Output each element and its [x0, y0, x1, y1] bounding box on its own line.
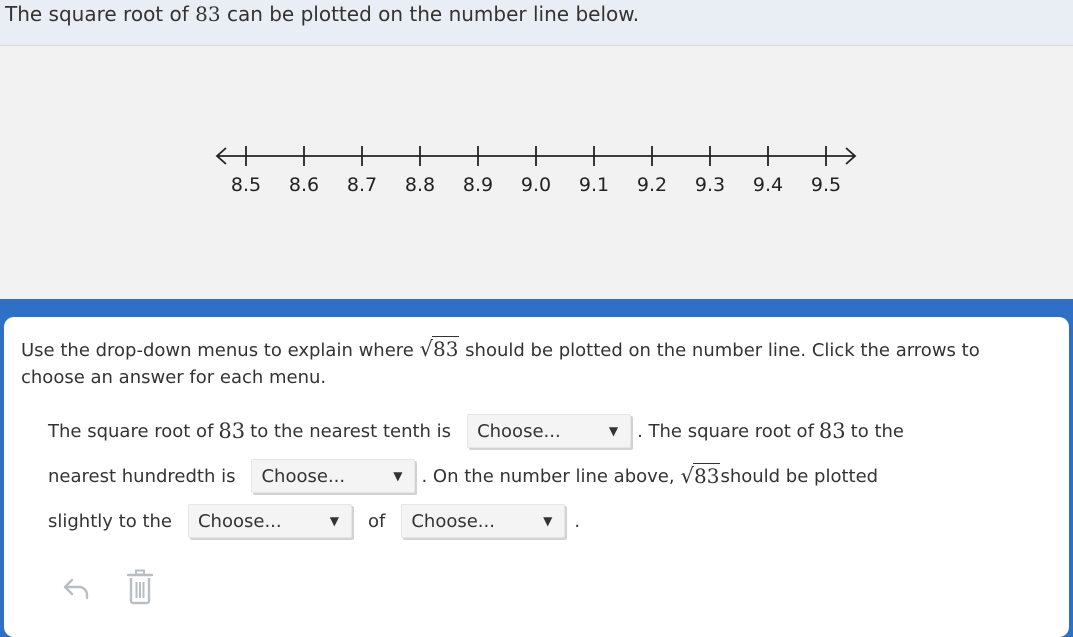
tick-label: 9.4 [753, 174, 783, 196]
radicand: 83 [692, 463, 721, 488]
question-text: of [367, 510, 386, 532]
radical-symbol: √ [419, 337, 433, 361]
tick-label: 9.3 [695, 174, 725, 196]
tick-label: 8.9 [463, 174, 493, 196]
question-line-3: slightly to the Choose... ▼ of Choose... ▼… [48, 502, 580, 540]
undo-icon [63, 578, 89, 600]
dropdown-value: Choose... [197, 510, 282, 532]
nearest-hundredth-dropdown[interactable]: Choose... ▼ [251, 459, 416, 493]
dropdown-value: Choose... [411, 510, 495, 532]
question-text: slightly to the [48, 510, 172, 532]
caret-down-icon: ▼ [543, 514, 553, 528]
instructions-text: Use the drop-down menus to explain where [21, 340, 420, 361]
question-text: to the [850, 420, 904, 442]
radical-symbol: √ [680, 464, 694, 488]
tick-label: 9.1 [579, 174, 609, 196]
question-number: 83 [818, 419, 846, 443]
tick-label: 8.8 [405, 174, 435, 196]
nearest-tenth-dropdown[interactable]: Choose... ▼ [467, 414, 632, 448]
tick-label: 9.2 [637, 174, 667, 196]
question-line-2: nearest hundredth is Choose... ▼ . On the… [48, 457, 878, 495]
sqrt-expression: √83 [420, 336, 460, 364]
sqrt-expression: √83 [680, 463, 721, 488]
tick-label: 8.7 [347, 174, 377, 196]
tick-label: 9.0 [521, 174, 551, 196]
direction-dropdown[interactable]: Choose... ▼ [187, 504, 352, 538]
answer-panel: Use the drop-down menus to explain where… [4, 317, 1069, 637]
question-text: . On the number line above, [421, 465, 675, 487]
question-header: The square root of 83 can be plotted on … [0, 0, 1073, 46]
prompt-text: The square root of [5, 2, 196, 26]
tick-label: 8.5 [231, 174, 261, 196]
question-line-1: The square root of 83 to the nearest ten… [48, 412, 904, 450]
question-prompt: The square root of 83 can be plotted on … [5, 1, 639, 27]
prompt-number: 83 [195, 2, 221, 26]
dropdown-value: Choose... [477, 420, 561, 442]
prompt-text-end: can be plotted on the number line below. [220, 2, 640, 26]
graph-area: 8.5 8.6 8.7 8.8 8.9 9.0 9.1 9.2 9.3 9.4 9.5 [0, 46, 1073, 299]
tick-label: 9.5 [811, 174, 841, 196]
dropdown-value: Choose... [261, 465, 346, 487]
number-line: 8.5 8.6 8.7 8.8 8.9 9.0 9.1 9.2 9.3 9.4 9.5 [215, 146, 857, 196]
caret-down-icon: ▼ [329, 514, 339, 528]
reference-value-dropdown[interactable]: Choose... ▼ [401, 504, 566, 538]
caret-down-icon: ▼ [608, 424, 619, 438]
tick-label: 8.6 [289, 174, 319, 196]
question-text: The square root of [48, 420, 214, 442]
caret-down-icon: ▼ [393, 469, 403, 483]
question-text: to the nearest tenth is [250, 420, 452, 442]
question-text: . [574, 510, 581, 532]
question-number: 83 [218, 419, 246, 443]
undo-button[interactable] [62, 575, 92, 605]
question-text: nearest hundredth is [48, 465, 236, 487]
question-text: should be plotted [720, 465, 879, 487]
question-text: . The square root of [637, 420, 814, 442]
trash-icon [126, 569, 154, 605]
radicand: 83 [431, 336, 460, 361]
instructions: Use the drop-down menus to explain where… [21, 336, 1041, 391]
delete-button[interactable] [126, 569, 154, 609]
